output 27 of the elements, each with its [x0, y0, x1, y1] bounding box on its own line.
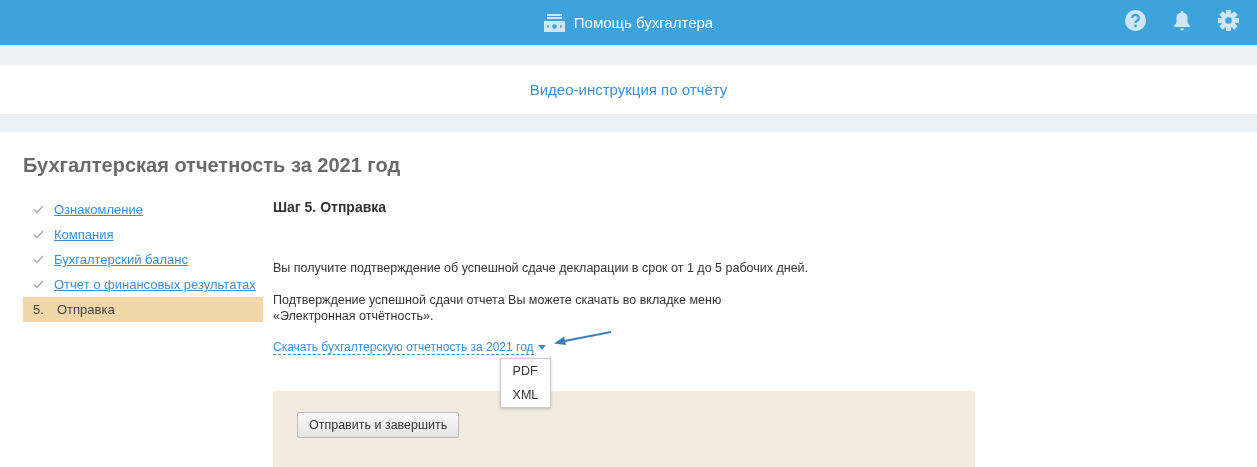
app-title: Помощь бухгалтера [573, 14, 714, 31]
cash-register-icon [543, 13, 565, 32]
download-report-link[interactable]: Скачать бухгалтерскую отчетность за 2021 год [273, 340, 534, 355]
video-instruction-link[interactable]: Видео-инструкция по отчёту [529, 81, 728, 98]
help-icon[interactable] [1125, 10, 1146, 31]
dropdown-caret-icon[interactable] [537, 345, 546, 350]
step-item[interactable]: Компания [23, 222, 263, 247]
menu-item[interactable]: XML [500, 383, 551, 407]
settings-icon[interactable] [1218, 10, 1239, 31]
step-item[interactable]: Отчет о финансовых результатах [23, 272, 263, 297]
step-link[interactable]: Ознакомление [54, 202, 143, 217]
step-link[interactable]: Компания [54, 227, 114, 242]
step-item[interactable]: Ознакомление [23, 197, 263, 222]
step-item[interactable]: 5. Отправка [23, 297, 263, 322]
menu-item[interactable]: PDF [500, 359, 551, 383]
step-label: Отправка [57, 302, 115, 317]
info-text: Вы получите подтверждение об успешной сдаче декларации в срок от 1 до 5 рабочих дней. [273, 260, 810, 276]
page-title: Бухгалтерская отчетность за 2021 год [23, 153, 402, 177]
step-item[interactable]: Бухгалтерский баланс [23, 247, 263, 272]
notification-bell-icon[interactable] [1173, 10, 1191, 31]
step-link[interactable]: Отчет о финансовых результатах [54, 277, 256, 292]
annotation-arrow [553, 331, 612, 348]
info-text: Подтверждение успешной сдачи отчета Вы можете скачать во вкладке меню «Электронная отчётность». [273, 292, 723, 324]
submit-button[interactable]: Отправить и завершить [297, 412, 460, 438]
step-number: 5. [33, 302, 45, 317]
step-link[interactable]: Бухгалтерский баланс [54, 252, 188, 267]
step-title: Шаг 5. Отправка [273, 199, 388, 215]
